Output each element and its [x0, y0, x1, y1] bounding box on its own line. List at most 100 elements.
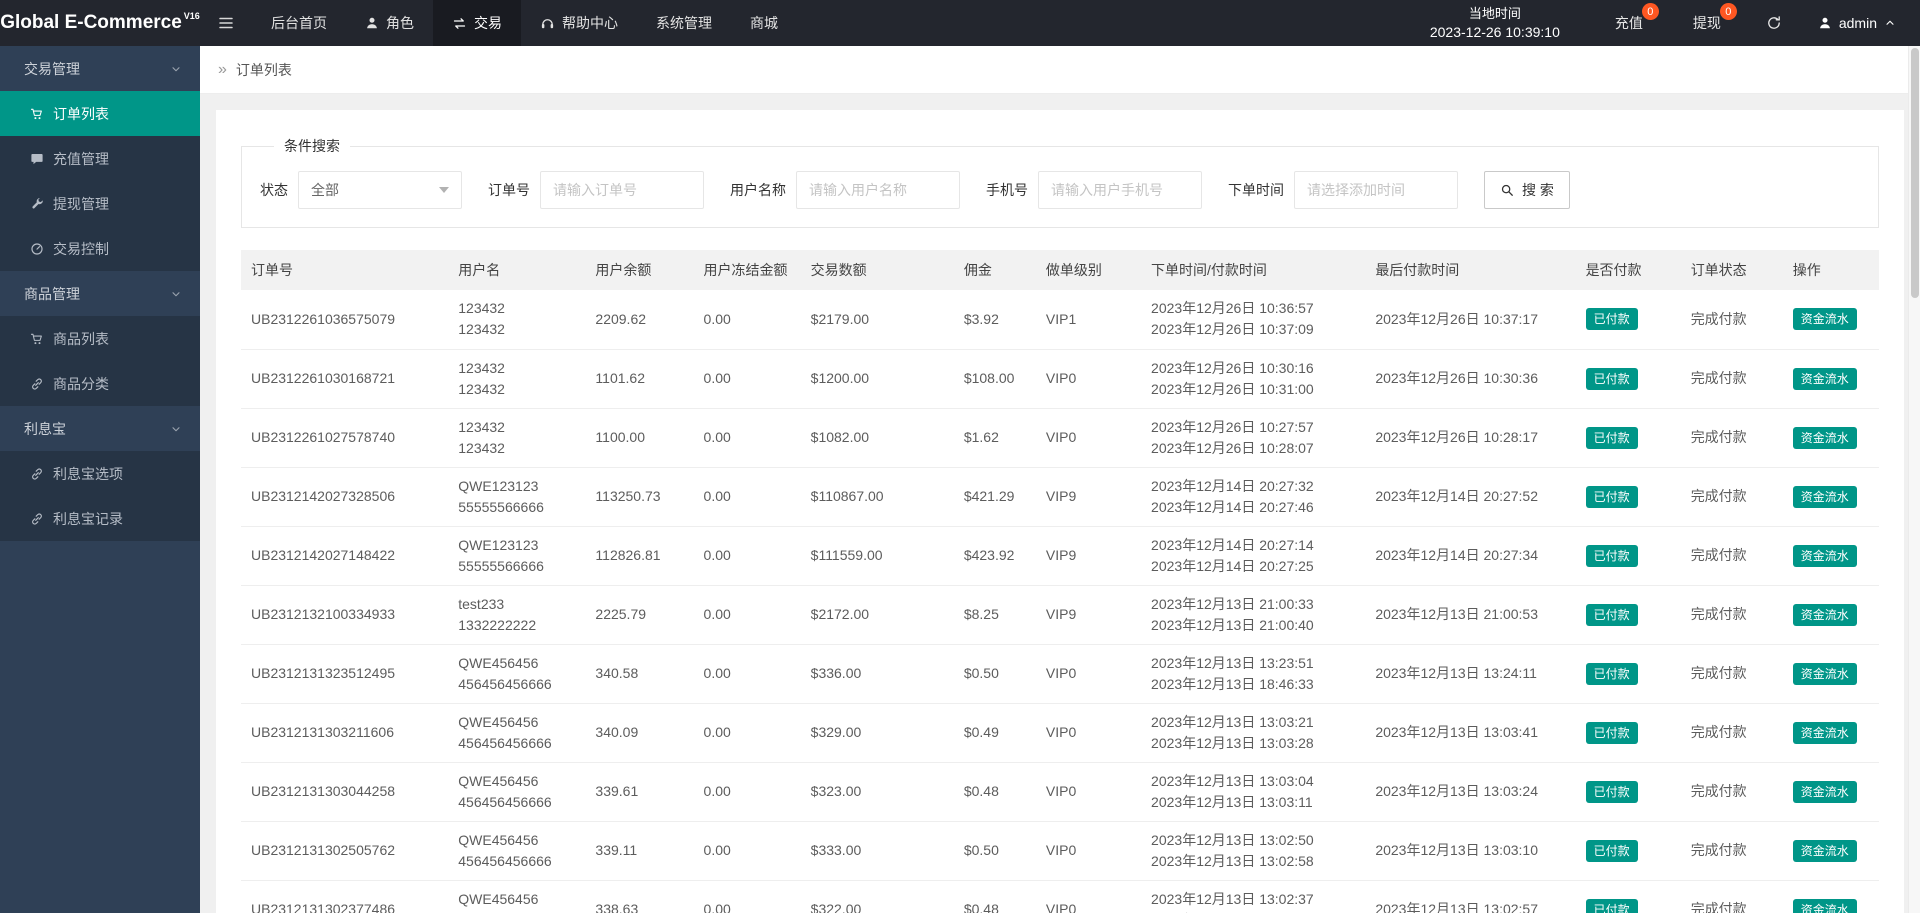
fund-flow-button[interactable]: 资金流水	[1792, 367, 1857, 390]
order-time-line: 2023年12月14日 20:27:32	[1151, 477, 1314, 494]
cell-paid: 已付款	[1575, 408, 1681, 468]
cell-frozen: 0.00	[693, 880, 801, 913]
cell-paid: 已付款	[1575, 467, 1681, 527]
fund-flow-button[interactable]: 资金流水	[1792, 780, 1857, 803]
refresh-button[interactable]	[1746, 0, 1802, 46]
fund-flow-button[interactable]: 资金流水	[1792, 898, 1857, 913]
sidebar-group-label: 商品管理	[24, 285, 80, 302]
order-time-line: 2023年12月13日 13:23:51	[1151, 654, 1314, 671]
account-line: 456456456666	[458, 793, 552, 810]
nav-item-roles[interactable]: 角色	[346, 0, 433, 46]
cell-amount: $322.00	[800, 880, 954, 913]
cell-action: 资金流水	[1782, 703, 1879, 763]
table-row: UB2312131303211606 QWE456456 45645645666…	[241, 703, 1879, 763]
order-time-line: 2023年12月13日 13:02:50	[1151, 831, 1314, 848]
account-line: 55555566666	[458, 557, 544, 574]
nav-item-mall[interactable]: 商城	[731, 0, 797, 46]
pay-time-line: 2023年12月26日 10:37:09	[1151, 321, 1314, 338]
fund-flow-button[interactable]: 资金流水	[1792, 662, 1857, 685]
scrollbar-thumb[interactable]	[1911, 48, 1919, 298]
cell-order-pay-time: 2023年12月26日 10:27:57 2023年12月26日 10:28:0…	[1141, 408, 1366, 468]
vertical-scrollbar	[1908, 46, 1920, 913]
sidebar-item-order-list[interactable]: 订单列表	[0, 91, 200, 136]
sidebar-item-product-category[interactable]: 商品分类	[0, 361, 200, 406]
cell-amount: $2179.00	[800, 290, 954, 350]
cell-frozen: 0.00	[693, 762, 801, 822]
phone-input[interactable]	[1038, 171, 1202, 209]
cell-balance: 340.58	[585, 644, 694, 704]
sidebar-child-label: 提现管理	[53, 195, 109, 212]
breadcrumb-arrows-icon: »	[218, 60, 227, 78]
chevron-down-icon	[170, 423, 182, 435]
sidebar-toggle-button[interactable]	[200, 0, 252, 46]
sidebar-item-recharge-management[interactable]: 充值管理	[0, 136, 200, 181]
column-header: 做单级别	[1035, 250, 1142, 290]
cell-paid: 已付款	[1575, 585, 1681, 645]
fund-flow-button[interactable]: 资金流水	[1792, 839, 1857, 862]
cell-commission: $1.62	[953, 408, 1036, 468]
sidebar-item-interest-options[interactable]: 利息宝选项	[0, 451, 200, 496]
order-time-line: 2023年12月26日 10:36:57	[1151, 300, 1314, 317]
sidebar-item-product-list[interactable]: 商品列表	[0, 316, 200, 361]
fund-flow-button[interactable]: 资金流水	[1792, 721, 1857, 744]
nav-item-label: 后台首页	[271, 15, 327, 31]
cell-order-no: UB2312131302377486	[241, 880, 449, 913]
column-header: 订单状态	[1680, 250, 1783, 290]
username-line: test233	[458, 595, 505, 612]
wrench-icon	[30, 197, 44, 211]
content: 条件搜索 状态 全部 订单号 用户名称	[200, 94, 1920, 913]
column-header: 操作	[1782, 250, 1879, 290]
status-select[interactable]: 全部	[298, 171, 462, 209]
sidebar-item-interest-records[interactable]: 利息宝记录	[0, 496, 200, 541]
cell-action: 资金流水	[1782, 880, 1879, 913]
fund-flow-button[interactable]: 资金流水	[1792, 485, 1857, 508]
cell-username: QWE456456 456456456666	[448, 880, 586, 913]
cell-order-pay-time: 2023年12月13日 21:00:33 2023年12月13日 21:00:4…	[1141, 585, 1366, 645]
fund-flow-button[interactable]: 资金流水	[1792, 426, 1857, 449]
cell-order-pay-time: 2023年12月13日 13:03:04 2023年12月13日 13:03:1…	[1141, 762, 1366, 822]
cell-frozen: 0.00	[693, 703, 801, 763]
cell-order-no: UB2312142027148422	[241, 526, 449, 586]
sidebar-item-product-management[interactable]: 商品管理	[0, 271, 200, 316]
withdraw-button[interactable]: 提现 0	[1668, 0, 1746, 46]
cell-order-pay-time: 2023年12月13日 13:02:50 2023年12月13日 13:02:5…	[1141, 821, 1366, 881]
cell-frozen: 0.00	[693, 290, 801, 350]
order-no-field: 订单号	[488, 171, 704, 209]
sidebar-item-trade-control[interactable]: 交易控制	[0, 226, 200, 271]
sidebar-child-label: 利息宝选项	[53, 465, 123, 482]
username-line: QWE456456	[458, 654, 539, 671]
recharge-badge: 0	[1641, 3, 1659, 20]
cell-status: 完成付款	[1680, 585, 1783, 645]
cell-amount: $323.00	[800, 762, 954, 822]
sidebar-item-withdraw-management[interactable]: 提现管理	[0, 181, 200, 226]
username-input[interactable]	[796, 171, 960, 209]
cell-level: VIP9	[1035, 467, 1142, 527]
cell-frozen: 0.00	[693, 821, 801, 881]
search-button[interactable]: 搜 索	[1484, 171, 1570, 209]
user-menu[interactable]: admin	[1802, 0, 1920, 46]
fund-flow-button[interactable]: 资金流水	[1792, 308, 1857, 331]
nav-item-home[interactable]: 后台首页	[252, 0, 346, 46]
username-line: QWE123123	[458, 536, 539, 553]
link-icon	[30, 512, 44, 526]
cell-order-no: UB2312261036575079	[241, 290, 449, 350]
account-line: 123432	[458, 321, 505, 338]
order-time-line: 2023年12月14日 20:27:14	[1151, 536, 1314, 553]
fund-flow-button[interactable]: 资金流水	[1792, 603, 1857, 626]
cell-username: QWE456456 456456456666	[448, 762, 586, 822]
trade-icon	[452, 16, 467, 31]
sidebar-item-interest-treasure[interactable]: 利息宝	[0, 406, 200, 451]
fund-flow-button[interactable]: 资金流水	[1792, 544, 1857, 567]
cell-level: VIP9	[1035, 526, 1142, 586]
sidebar-item-trade-management[interactable]: 交易管理	[0, 46, 200, 91]
nav-item-help-center[interactable]: 帮助中心	[521, 0, 637, 46]
nav-item-trade[interactable]: 交易	[433, 0, 521, 46]
column-header: 最后付款时间	[1365, 250, 1576, 290]
order-no-input[interactable]	[540, 171, 704, 209]
pay-time-line: 2023年12月26日 10:28:07	[1151, 439, 1314, 456]
nav-item-system[interactable]: 系统管理	[637, 0, 731, 46]
search-panel: 条件搜索 状态 全部 订单号 用户名称	[241, 136, 1879, 228]
username-line: 123432	[458, 418, 505, 435]
recharge-button[interactable]: 充值 0	[1590, 0, 1668, 46]
order-time-input[interactable]	[1294, 171, 1458, 209]
